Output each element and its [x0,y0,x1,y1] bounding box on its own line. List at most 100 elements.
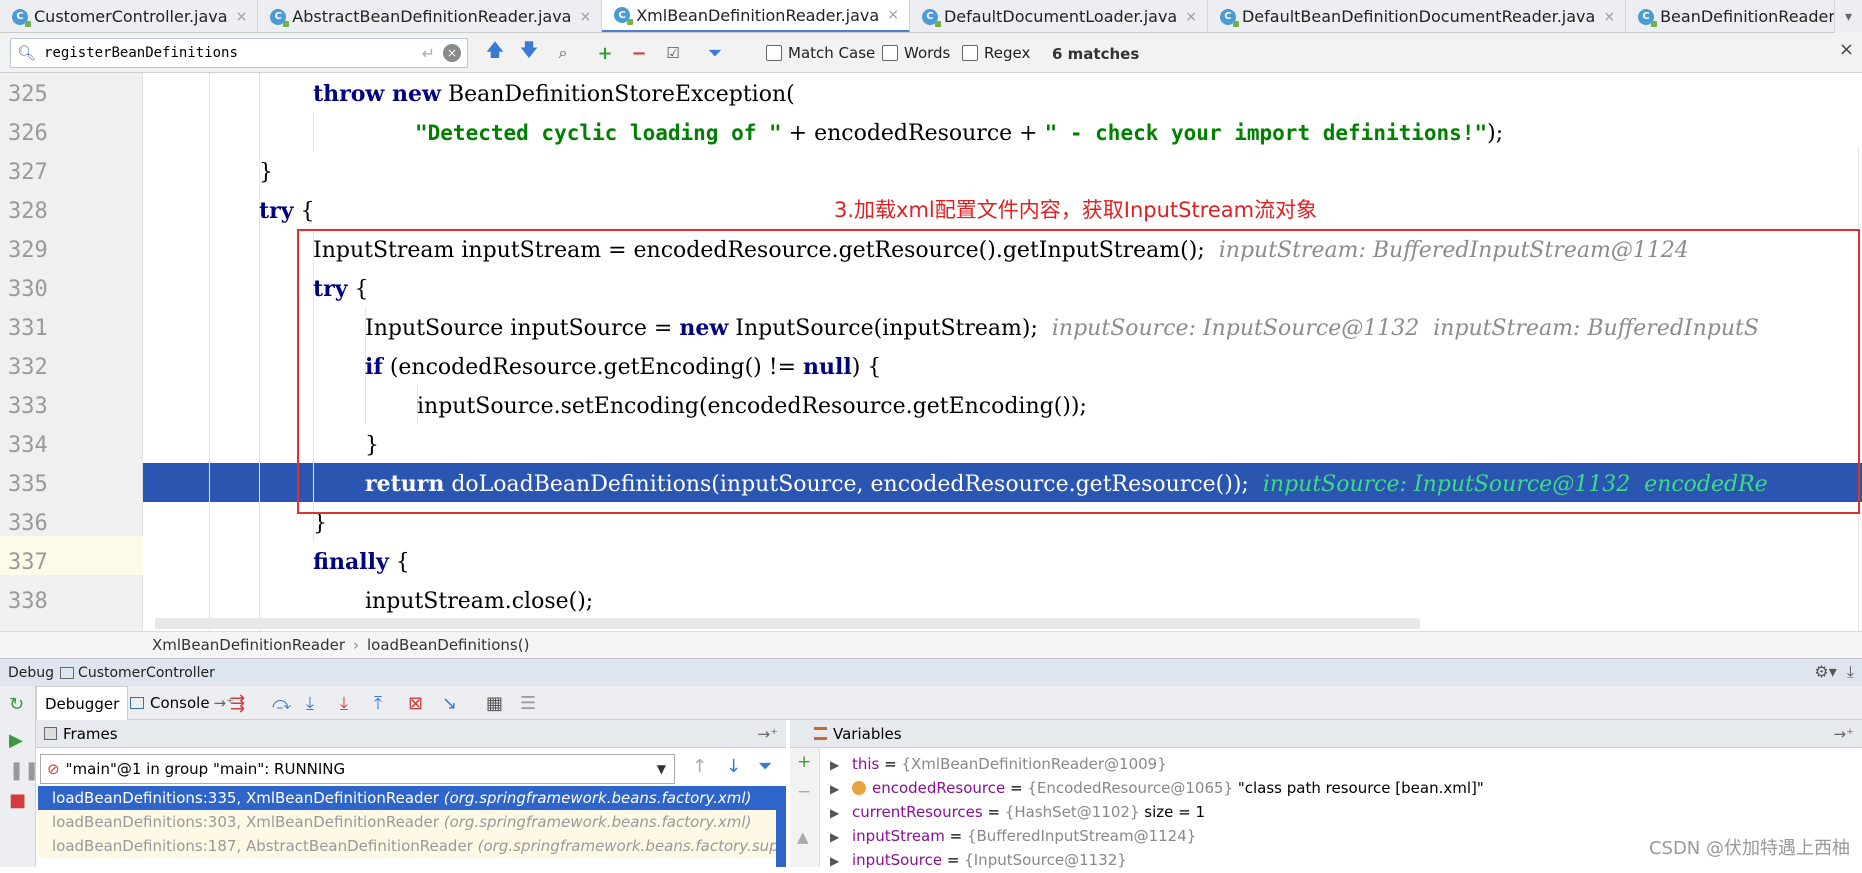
tab-overflow-button[interactable]: ▾ [1834,0,1862,33]
select-all-occurrences-icon[interactable]: ☑ [662,42,684,64]
frame-item[interactable]: loadBeanDefinitions:303, XmlBeanDefiniti… [38,810,786,834]
frames-header: Frames →⁺ [36,720,786,748]
line-number: 328 [8,199,48,224]
line-number: 338 [8,589,48,614]
line-number: 337 [8,550,48,575]
drop-frame-icon[interactable]: ⊠ [408,693,423,714]
tab-default-bean-definition-document-reader[interactable]: C DefaultBeanDefinitionDocumentReader.jav… [1208,0,1627,32]
tab-default-document-loader[interactable]: C DefaultDocumentLoader.java × [910,0,1208,32]
parameter-icon [852,781,866,795]
remove-watch-icon[interactable]: − [797,782,811,802]
filter-icon[interactable]: ⏷ [704,42,726,64]
tab-xml-bean-definition-reader[interactable]: C XmlBeanDefinitionReader.java × [602,0,910,32]
pause-icon[interactable]: ❚❚ [9,760,39,781]
variable-row[interactable]: ▶ inputSource = {InputSource@1132} [830,848,1127,872]
previous-frame-icon[interactable]: ↑ [692,756,707,777]
line-number: 333 [8,394,48,419]
search-field[interactable]: 🔍︎ ↵ × [10,38,468,68]
add-watch-icon[interactable]: + [797,752,811,772]
close-icon[interactable]: × [579,9,591,25]
close-icon[interactable]: × [1603,9,1615,25]
trace-icon[interactable]: ☰ [520,693,536,714]
debug-tabs: Debugger Console →⁺ ⇶ ⤼ ⤓ ⤓ ⤒ ⊠ ↘ ▦ ☰ [36,686,1862,720]
show-execution-point-icon[interactable]: ⇶ [230,693,245,714]
tab-debugger[interactable]: Debugger [36,686,129,720]
force-step-into-icon[interactable]: ⤓ [340,693,348,714]
line-number: 325 [8,82,48,107]
breadcrumb-method[interactable]: loadBeanDefinitions() [367,636,529,654]
frame-item[interactable]: loadBeanDefinitions:335, XmlBeanDefiniti… [38,786,786,810]
evaluate-expression-icon[interactable]: ▦ [486,693,503,714]
arrow-up-icon[interactable]: 🡅 [484,40,506,64]
pin-icon[interactable]: →⁺ [758,725,779,743]
debug-window-header: Debug CustomerController [0,658,1862,686]
step-out-icon[interactable]: ⤒ [374,693,382,714]
thread-icon: ⊘ [47,760,60,778]
run-to-cursor-icon[interactable]: ↘ [442,693,457,714]
code-line-327: } [259,160,273,185]
clear-icon[interactable]: × [443,44,461,62]
regex-checkbox[interactable]: Regex [962,44,1030,62]
chevron-down-icon: ▼ [656,762,666,776]
code-line-326: "Detected cyclic loading of " + encodedR… [415,121,1504,146]
step-over-icon[interactable]: ⤼ [272,693,291,714]
expand-icon[interactable]: ▶ [830,801,852,825]
hide-icon[interactable]: ⤓ [1847,662,1854,681]
line-number: 326 [8,121,48,146]
line-number: 331 [8,316,48,341]
expand-icon[interactable]: ▶ [830,849,852,873]
expand-icon[interactable]: ▶ [830,777,852,801]
variables-icon [814,727,827,740]
editor-gutter[interactable]: 325 326 327 328 329 330 331 332 333 334 … [0,73,143,631]
horizontal-scrollbar[interactable] [155,618,1420,629]
variable-row[interactable]: ▶ inputStream = {BufferedInputStream@1124… [830,824,1196,848]
search-input[interactable] [44,45,422,61]
tab-bean-definition-reader-utils[interactable]: CBeanDefinitionReaderUtils.java× [1626,0,1862,32]
words-checkbox[interactable]: Words [882,44,950,62]
thread-selector[interactable]: ⊘ "main"@1 in group "main": RUNNING ▼ [40,754,675,784]
newline-icon[interactable]: ↵ [422,44,435,63]
stop-icon[interactable]: ■ [9,790,26,811]
run-config-icon [60,666,75,679]
find-bar: 🔍︎ ↵ × 🡅 🡇 ⌕ + − ☑ ⏷ Match Case Words Re… [0,33,1862,73]
close-icon[interactable]: × [887,7,899,23]
debug-title: Debug [8,664,55,681]
step-into-icon[interactable]: ⤓ [306,693,314,714]
add-occurrence-icon[interactable]: + [594,42,616,64]
rerun-icon[interactable]: ↻ [9,694,24,715]
code-line-337: finally { [313,549,410,575]
find-all-icon[interactable]: ⌕ [552,42,574,64]
arrow-down-icon[interactable]: 🡇 [518,40,540,64]
close-icon[interactable]: × [236,9,248,25]
close-icon[interactable]: × [1839,39,1854,60]
class-icon: C [12,8,31,27]
frame-item[interactable]: loadBeanDefinitions:187, AbstractBeanDef… [38,834,786,858]
filter-icon[interactable]: ⏷ [758,756,772,777]
pin-icon[interactable]: →⁺ [1834,725,1855,743]
move-up-icon[interactable]: ▲ [797,828,809,846]
tab-abstract-bean-definition-reader[interactable]: C AbstractBeanDefinitionReader.java × [258,0,603,32]
resume-icon[interactable]: ▶ [9,730,23,751]
frames-scrollbar[interactable] [776,786,786,867]
class-icon: C [1219,8,1239,27]
variable-row[interactable]: ▶ currentResources = {HashSet@1102} size … [830,800,1205,824]
match-case-checkbox[interactable]: Match Case [766,44,875,62]
code-line-325: throw new BeanDefinitionStoreException( [313,81,795,107]
remove-occurrence-icon[interactable]: − [628,42,650,64]
run-config-name[interactable]: CustomerController [78,665,215,681]
class-icon: C [921,8,941,27]
next-frame-icon[interactable]: ↓ [726,756,741,777]
frames-icon [44,727,57,740]
tab-console[interactable]: Console →⁺ [122,686,242,720]
indent-guide [209,73,210,631]
breadcrumb-class[interactable]: XmlBeanDefinitionReader [152,636,345,654]
variable-row[interactable]: ▶ this = {XmlBeanDefinitionReader@1009} [830,752,1167,776]
tab-customer-controller[interactable]: C CustomerController.java × [0,0,259,32]
variables-toolbar: + − ▲ [790,748,820,867]
close-icon[interactable]: × [1185,9,1197,25]
search-icon[interactable]: 🔍︎ [17,44,36,62]
gear-icon[interactable]: ⚙▾ [1814,662,1836,681]
expand-icon[interactable]: ▶ [830,753,852,777]
expand-icon[interactable]: ▶ [830,825,852,849]
variable-row[interactable]: ▶ encodedResource = {EncodedResource@1065… [830,776,1484,800]
